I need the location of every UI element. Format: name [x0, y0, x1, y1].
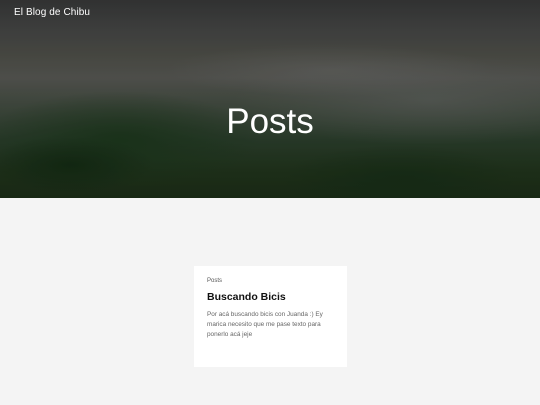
- site-title-link[interactable]: El Blog de Chibu: [14, 7, 90, 18]
- post-card[interactable]: Posts Buscando Bicis Por acá buscando bi…: [194, 266, 347, 367]
- page-title: Posts: [226, 102, 314, 141]
- main-content: Posts Buscando Bicis Por acá buscando bi…: [0, 198, 540, 405]
- post-excerpt: Por acá buscando bicis con Juanda :) Ey …: [207, 311, 323, 338]
- post-title-link[interactable]: Buscando Bicis: [207, 291, 334, 303]
- hero-banner: El Blog de Chibu Posts: [0, 0, 540, 198]
- post-category-link[interactable]: Posts: [207, 278, 334, 284]
